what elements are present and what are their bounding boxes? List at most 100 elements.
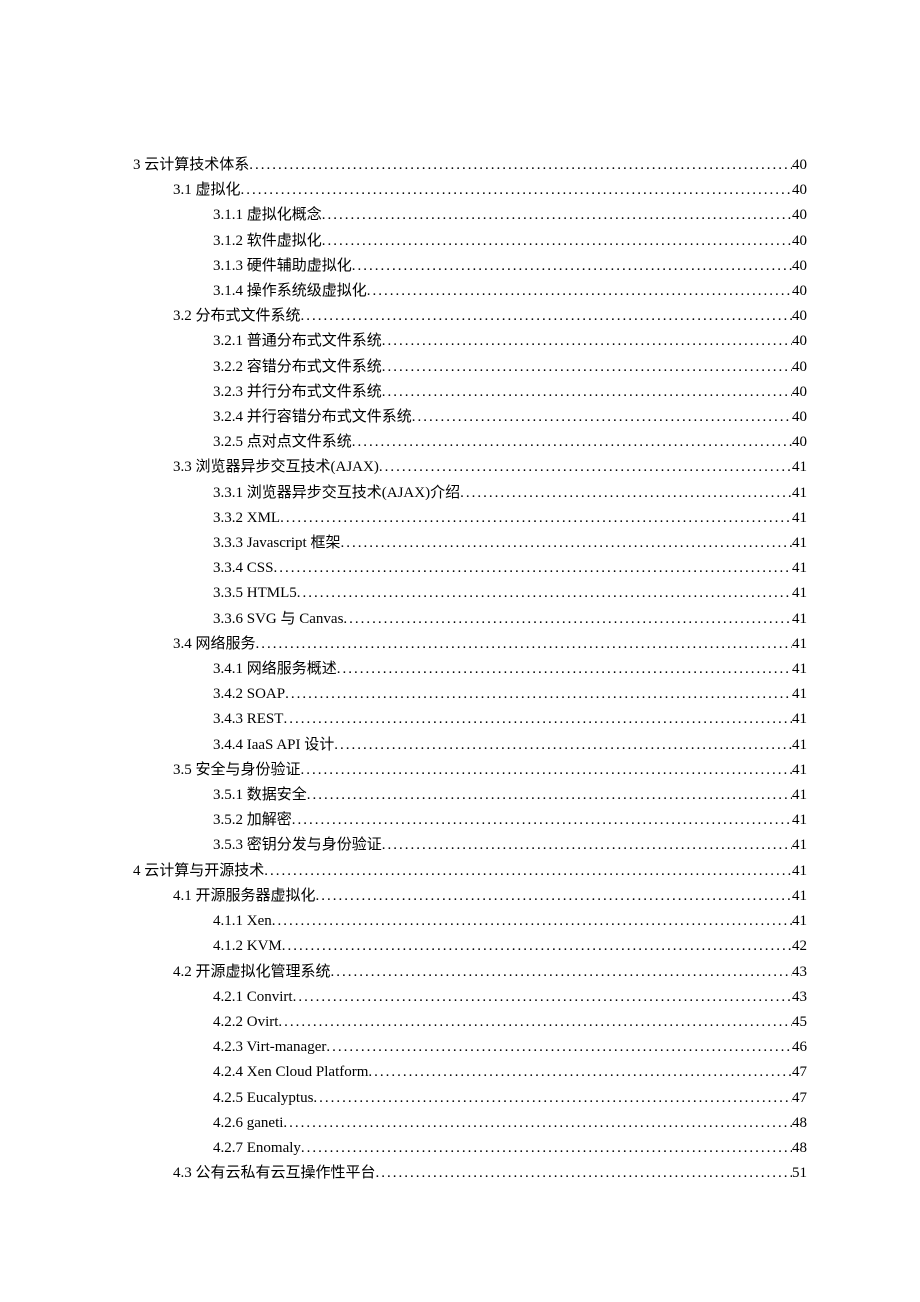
toc-entry[interactable]: 3.1.3 硬件辅助虚拟化 40 xyxy=(133,254,807,279)
page: 3 云计算技术体系403.1 虚拟化403.1.1 虚拟化概念403.1.2 软… xyxy=(0,0,920,1302)
toc-entry[interactable]: 4.1.1 Xen41 xyxy=(133,909,807,934)
toc-entry[interactable]: 3.3.5 HTML541 xyxy=(133,581,807,606)
toc-entry-page: 51 xyxy=(792,1161,807,1186)
toc-leader-dots xyxy=(376,1161,792,1186)
toc-entry-title: 3.3 浏览器异步交互技术(AJAX) xyxy=(173,455,379,480)
toc-entry[interactable]: 3.3.6 SVG 与 Canvas41 xyxy=(133,607,807,632)
toc-entry[interactable]: 4.3 公有云私有云互操作性平台51 xyxy=(133,1161,807,1186)
toc-leader-dots xyxy=(379,455,792,480)
toc-entry-title: 3.4.3 REST xyxy=(213,707,283,732)
toc-entry-title: 3.1.3 硬件辅助虚拟化 xyxy=(213,254,352,279)
toc-entry[interactable]: 3.4.1 网络服务概述 41 xyxy=(133,657,807,682)
toc-leader-dots xyxy=(285,682,792,707)
toc-leader-dots xyxy=(249,153,792,178)
toc-entry[interactable]: 3.2 分布式文件系统40 xyxy=(133,304,807,329)
toc-entry-title: 4.2.7 Enomaly xyxy=(213,1136,301,1161)
toc-entry-title: 4 云计算与开源技术 xyxy=(133,859,264,884)
toc-entry[interactable]: 4.2.7 Enomaly48 xyxy=(133,1136,807,1161)
toc-entry[interactable]: 3.1 虚拟化40 xyxy=(133,178,807,203)
toc-leader-dots xyxy=(412,405,792,430)
toc-entry[interactable]: 3.4 网络服务41 xyxy=(133,632,807,657)
toc-entry[interactable]: 4.2.1 Convirt43 xyxy=(133,985,807,1010)
toc-leader-dots xyxy=(256,632,792,657)
toc-leader-dots xyxy=(297,581,792,606)
toc-entry[interactable]: 3.1.2 软件虚拟化40 xyxy=(133,229,807,254)
toc-entry[interactable]: 4.2.4 Xen Cloud Platform 47 xyxy=(133,1060,807,1085)
toc-entry-page: 43 xyxy=(792,985,807,1010)
toc-entry-title: 3.4.2 SOAP xyxy=(213,682,285,707)
toc-entry-title: 3.2.5 点对点文件系统 xyxy=(213,430,352,455)
toc-leader-dots xyxy=(368,1060,792,1085)
toc-entry-page: 41 xyxy=(792,758,807,783)
toc-leader-dots xyxy=(293,985,792,1010)
toc-entry[interactable]: 3.2.1 普通分布式文件系统 40 xyxy=(133,329,807,354)
toc-entry[interactable]: 3.4.3 REST 41 xyxy=(133,707,807,732)
toc-entry[interactable]: 3.2.4 并行容错分布式文件系统40 xyxy=(133,405,807,430)
toc-entry[interactable]: 3.1.4 操作系统级虚拟化40 xyxy=(133,279,807,304)
toc-leader-dots xyxy=(337,657,792,682)
toc-leader-dots xyxy=(282,934,792,959)
toc-entry[interactable]: 4 云计算与开源技术41 xyxy=(133,859,807,884)
toc-entry-page: 41 xyxy=(792,682,807,707)
toc-entry[interactable]: 4.2.3 Virt-manager46 xyxy=(133,1035,807,1060)
toc-leader-dots xyxy=(382,833,792,858)
toc-entry-page: 40 xyxy=(792,254,807,279)
toc-entry-page: 47 xyxy=(792,1060,807,1085)
toc-entry-page: 48 xyxy=(792,1111,807,1136)
toc-entry[interactable]: 3.2.2 容错分布式文件系统40 xyxy=(133,355,807,380)
toc-entry[interactable]: 4.2.5 Eucalyptus47 xyxy=(133,1086,807,1111)
toc-entry-title: 3.2.1 普通分布式文件系统 xyxy=(213,329,382,354)
toc-entry[interactable]: 3.3.2 XML 41 xyxy=(133,506,807,531)
toc-entry[interactable]: 3.2.3 并行分布式文件系统40 xyxy=(133,380,807,405)
toc-entry-title: 3 云计算技术体系 xyxy=(133,153,249,178)
toc-leader-dots xyxy=(264,859,792,884)
toc-leader-dots xyxy=(313,1086,792,1111)
toc-entry[interactable]: 3.5.1 数据安全41 xyxy=(133,783,807,808)
toc-entry-title: 3.5.1 数据安全 xyxy=(213,783,307,808)
toc-entry-title: 3.3.2 XML xyxy=(213,506,280,531)
toc-entry[interactable]: 4.1.2 KVM42 xyxy=(133,934,807,959)
toc-entry[interactable]: 3 云计算技术体系40 xyxy=(133,153,807,178)
toc-entry[interactable]: 4.2.6 ganeti48 xyxy=(133,1111,807,1136)
toc-leader-dots xyxy=(301,304,792,329)
toc-entry[interactable]: 3.5 安全与身份验证41 xyxy=(133,758,807,783)
toc-entry-page: 41 xyxy=(792,607,807,632)
toc-entry-title: 3.4.4 IaaS API 设计 xyxy=(213,733,334,758)
toc-entry-title: 4.2.2 Ovirt xyxy=(213,1010,278,1035)
toc-entry[interactable]: 3.5.3 密钥分发与身份验证 41 xyxy=(133,833,807,858)
toc-entry-page: 41 xyxy=(792,833,807,858)
toc-entry-page: 41 xyxy=(792,909,807,934)
toc-entry-title: 3.4.1 网络服务概述 xyxy=(213,657,337,682)
toc-leader-dots xyxy=(278,1010,792,1035)
toc-entry-title: 3.1 虚拟化 xyxy=(173,178,241,203)
toc-entry[interactable]: 3.5.2 加解密 41 xyxy=(133,808,807,833)
toc-leader-dots xyxy=(307,783,792,808)
toc-leader-dots xyxy=(343,607,792,632)
toc-entry-page: 41 xyxy=(792,707,807,732)
toc-entry[interactable]: 3.3.4 CSS41 xyxy=(133,556,807,581)
toc-entry-page: 41 xyxy=(792,808,807,833)
toc-entry-page: 41 xyxy=(792,657,807,682)
toc-entry-page: 41 xyxy=(792,632,807,657)
toc-entry[interactable]: 3.2.5 点对点文件系统40 xyxy=(133,430,807,455)
toc-entry-page: 41 xyxy=(792,581,807,606)
toc-entry-title: 3.3.3 Javascript 框架 xyxy=(213,531,340,556)
toc-entry-title: 4.2.5 Eucalyptus xyxy=(213,1086,313,1111)
toc-entry-page: 43 xyxy=(792,960,807,985)
toc-entry-page: 40 xyxy=(792,329,807,354)
toc-entry[interactable]: 3.3.1 浏览器异步交互技术(AJAX)介绍41 xyxy=(133,481,807,506)
toc-entry[interactable]: 3.3.3 Javascript 框架41 xyxy=(133,531,807,556)
toc-entry[interactable]: 4.1 开源服务器虚拟化41 xyxy=(133,884,807,909)
toc-entry-page: 41 xyxy=(792,506,807,531)
toc-entry[interactable]: 4.2.2 Ovirt45 xyxy=(133,1010,807,1035)
toc-leader-dots xyxy=(280,506,792,531)
toc-entry-page: 40 xyxy=(792,203,807,228)
toc-entry[interactable]: 3.4.2 SOAP 41 xyxy=(133,682,807,707)
toc-entry[interactable]: 3.3 浏览器异步交互技术(AJAX)41 xyxy=(133,455,807,480)
toc-entry-title: 3.2 分布式文件系统 xyxy=(173,304,301,329)
toc-entry-title: 3.5.3 密钥分发与身份验证 xyxy=(213,833,382,858)
toc-entry[interactable]: 3.1.1 虚拟化概念40 xyxy=(133,203,807,228)
toc-entry[interactable]: 3.4.4 IaaS API 设计41 xyxy=(133,733,807,758)
toc-entry-title: 3.5.2 加解密 xyxy=(213,808,292,833)
toc-entry[interactable]: 4.2 开源虚拟化管理系统43 xyxy=(133,960,807,985)
